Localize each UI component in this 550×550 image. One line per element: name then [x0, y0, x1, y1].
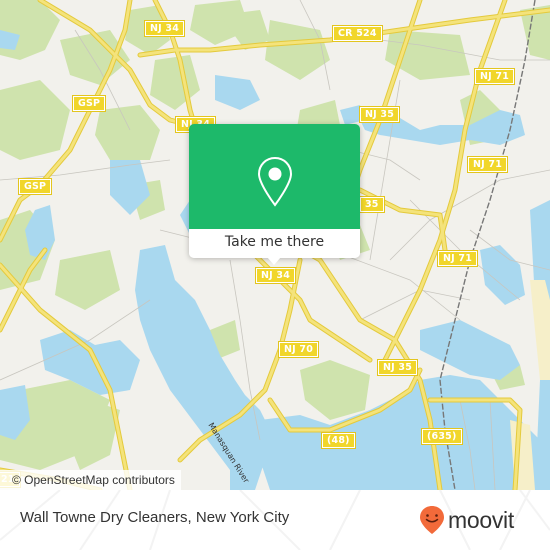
route-shield: NJ 34	[143, 20, 186, 37]
route-shield: GSP	[17, 178, 53, 195]
route-shield: NJ 35	[358, 106, 401, 123]
take-me-there-button[interactable]: Take me there	[189, 229, 360, 258]
route-shield: 35	[359, 196, 385, 213]
route-shield: GSP	[71, 95, 107, 112]
route-shield: CR 524	[332, 25, 383, 42]
map-attribution[interactable]: © OpenStreetMap contributors	[0, 470, 181, 490]
route-shield: (635)	[421, 428, 463, 445]
route-shield: NJ 71	[473, 68, 516, 85]
popup-pointer	[267, 257, 281, 265]
moovit-logo[interactable]: moovit	[419, 505, 514, 535]
popup-header[interactable]	[189, 124, 360, 229]
route-shield: (48)	[321, 432, 356, 449]
route-shield: NJ 35	[376, 359, 419, 376]
map-view[interactable]: NJ 34 CR 524 NJ 71 GSP NJ 34 NJ 35 NJ 71…	[0, 0, 550, 490]
route-shield: NJ 34	[254, 267, 297, 284]
place-title: Wall Towne Dry Cleaners, New York City	[20, 509, 290, 526]
location-popup[interactable]: Take me there	[189, 124, 360, 265]
map-pin-icon	[257, 156, 293, 207]
route-shield: NJ 71	[436, 250, 479, 267]
route-shield: NJ 71	[466, 156, 509, 173]
route-shield: NJ 70	[277, 341, 320, 358]
footer: Wall Towne Dry Cleaners, New York City m…	[0, 490, 550, 550]
moovit-smile-pin-icon	[420, 506, 444, 534]
beach	[530, 280, 550, 380]
brand-name: moovit	[448, 507, 514, 533]
